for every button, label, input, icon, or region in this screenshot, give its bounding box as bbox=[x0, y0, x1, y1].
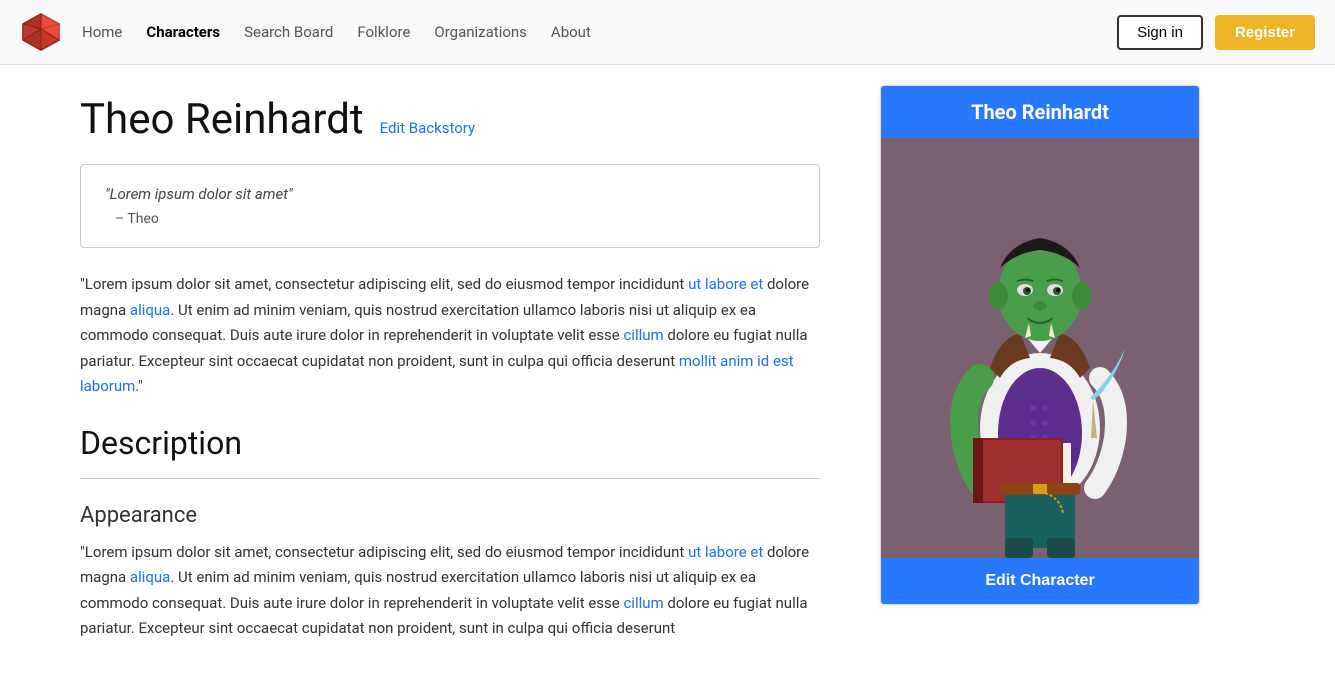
signin-button[interactable]: Sign in bbox=[1117, 15, 1203, 50]
body-paragraph-1: "Lorem ipsum dolor sit amet, consectetur… bbox=[80, 272, 820, 400]
nav-item-home[interactable]: Home bbox=[82, 23, 122, 41]
character-card-image bbox=[881, 138, 1199, 558]
character-card-header: Theo Reinhardt bbox=[881, 86, 1199, 138]
link-7[interactable]: cillum bbox=[623, 594, 663, 612]
body-paragraph-2: "Lorem ipsum dolor sit amet, consectetur… bbox=[80, 540, 820, 642]
register-button[interactable]: Register bbox=[1215, 15, 1315, 50]
character-illustration bbox=[905, 138, 1175, 558]
nav-item-folklore[interactable]: Folklore bbox=[357, 23, 410, 41]
link-4[interactable]: mollit anim id est laborum bbox=[80, 352, 794, 396]
edit-backstory-link[interactable]: Edit Backstory bbox=[380, 119, 475, 137]
link-1[interactable]: ut labore et bbox=[688, 275, 763, 293]
page-title-row: Theo Reinhardt Edit Backstory bbox=[80, 95, 820, 144]
link-2[interactable]: aliqua bbox=[130, 301, 170, 319]
nav-item-search-board[interactable]: Search Board bbox=[244, 23, 333, 41]
nav-links: Home Characters Search Board Folklore Or… bbox=[82, 23, 1117, 41]
quote-text: "Lorem ipsum dolor sit amet" bbox=[105, 185, 795, 203]
page-title: Theo Reinhardt bbox=[80, 95, 364, 144]
edit-character-button[interactable]: Edit Character bbox=[881, 558, 1199, 604]
content-area: Theo Reinhardt Edit Backstory "Lorem ips… bbox=[0, 65, 880, 696]
nav-item-characters[interactable]: Characters bbox=[146, 23, 220, 41]
character-card: Theo Reinhardt bbox=[880, 85, 1200, 605]
link-3[interactable]: cillum bbox=[623, 326, 663, 344]
navbar-actions: Sign in Register bbox=[1117, 15, 1315, 50]
nav-item-organizations[interactable]: Organizations bbox=[434, 23, 527, 41]
section-divider bbox=[80, 478, 820, 479]
quote-box: "Lorem ipsum dolor sit amet" – Theo bbox=[80, 164, 820, 248]
link-5[interactable]: ut labore et bbox=[688, 543, 763, 561]
main-container: Theo Reinhardt Edit Backstory "Lorem ips… bbox=[0, 65, 1335, 696]
link-6[interactable]: aliqua bbox=[130, 568, 170, 586]
sidebar-panel: Theo Reinhardt bbox=[880, 65, 1220, 696]
navbar: Home Characters Search Board Folklore Or… bbox=[0, 0, 1335, 65]
quote-attribution: – Theo bbox=[105, 211, 795, 227]
appearance-heading: Appearance bbox=[80, 503, 820, 528]
description-heading: Description bbox=[80, 424, 820, 462]
nav-item-about[interactable]: About bbox=[551, 23, 591, 41]
site-logo[interactable] bbox=[20, 11, 62, 53]
